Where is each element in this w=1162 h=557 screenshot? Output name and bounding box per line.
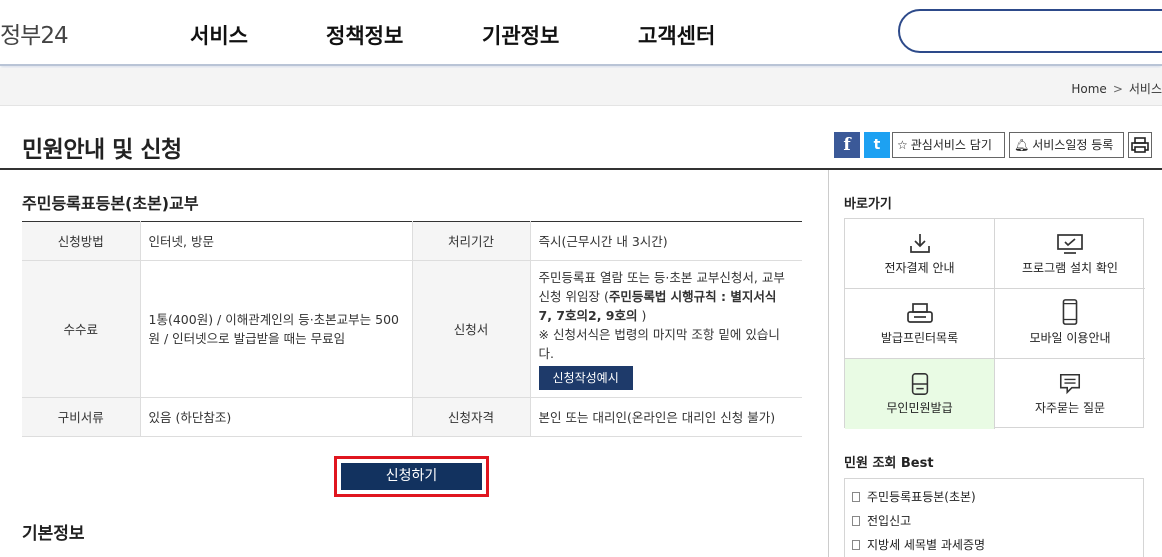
list-item[interactable]: 전입신고 (852, 512, 911, 529)
shortcut-faq[interactable]: 자주묻는 질문 (995, 359, 1145, 429)
list-item[interactable]: 주민등록표등본(초본) (852, 488, 976, 505)
shortcut-label: 프로그램 설치 확인 (1022, 261, 1118, 275)
printer-icon (1131, 137, 1149, 153)
apply-button[interactable]: 신청하기 (341, 463, 482, 490)
print-button[interactable] (1128, 132, 1152, 158)
breadcrumb-separator: > (1112, 82, 1123, 96)
facebook-share-button[interactable]: f (834, 132, 860, 158)
monitor-icon (1057, 234, 1083, 254)
best-list: 주민등록표등본(초본) 전입신고 지방세 세목별 과세증명 (844, 478, 1144, 557)
best-title: 민원 조회 Best (844, 456, 934, 471)
shortcut-e-payment[interactable]: 전자결제 안내 (845, 219, 995, 289)
breadcrumb-home[interactable]: Home (1071, 82, 1106, 96)
service-title: 주민등록표등본(초본)교부 (22, 194, 199, 213)
star-icon: ☆ (897, 138, 908, 152)
form-description-end: ) (641, 308, 647, 323)
document-icon (852, 540, 860, 550)
shortcut-label: 발급프린터목록 (880, 331, 959, 345)
nav-services[interactable]: 서비스 (190, 20, 248, 50)
form-example-button[interactable]: 신청작성예시 (538, 366, 633, 390)
shortcut-label: 모바일 이용안내 (1029, 331, 1111, 345)
add-favorite-button[interactable]: ☆ 관심서비스 담기 (892, 132, 1005, 158)
title-divider (0, 168, 1162, 170)
table-header: 신청방법 (22, 221, 140, 261)
twitter-share-button[interactable]: t (864, 132, 890, 158)
basic-info-title: 기본정보 (22, 524, 85, 544)
page-title: 민원안내 및 신청 (22, 137, 182, 163)
kiosk-icon (911, 373, 928, 395)
download-icon (909, 234, 930, 253)
table-header: 신청서 (411, 260, 530, 398)
apply-button-highlight: 신청하기 (334, 456, 489, 497)
shortcuts-title: 바로가기 (844, 197, 892, 212)
nav-agency-info[interactable]: 기관정보 (482, 20, 559, 50)
shortcut-program-check[interactable]: 프로그램 설치 확인 (995, 219, 1145, 289)
list-item[interactable]: 지방세 세목별 과세증명 (852, 536, 985, 553)
table-cell: 1통(400원) / 이해관계인의 등·초본교부는 500원 / 인터넷으로 발… (139, 260, 412, 398)
shortcut-label: 자주묻는 질문 (1034, 401, 1106, 415)
table-row: 구비서류 있음 (하단참조) 신청자격 본인 또는 대리인(온라인은 대리인 신… (22, 397, 802, 437)
shortcut-label: 무인민원발급 (886, 401, 953, 415)
document-icon (852, 516, 860, 526)
service-info-table: 신청방법 인터넷, 방문 처리기간 즉시(근무시간 내 3시간) 수수료 1통(… (22, 221, 802, 437)
nav-policy-info[interactable]: 정책정보 (326, 20, 403, 50)
bell-icon: 🔔︎ (1014, 138, 1030, 152)
table-row: 신청방법 인터넷, 방문 처리기간 즉시(근무시간 내 3시간) (22, 221, 802, 261)
add-schedule-button[interactable]: 🔔︎ 서비스일정 등록 (1009, 132, 1124, 158)
table-row: 수수료 1통(400원) / 이해관계인의 등·초본교부는 500원 / 인터넷… (22, 260, 802, 398)
table-cell: 즉시(근무시간 내 3시간) (529, 221, 802, 261)
table-cell: 있음 (하단참조) (139, 397, 412, 437)
site-logo[interactable]: 정부24 (0, 16, 69, 50)
printer-icon (906, 303, 933, 323)
search-input[interactable] (898, 9, 1162, 53)
list-item-label: 지방세 세목별 과세증명 (867, 538, 986, 552)
shortcut-kiosk[interactable]: 무인민원발급 (845, 359, 995, 429)
application-form-cell: 주민등록표 열람 또는 등·초본 교부신청서, 교부신청 위임장 (주민등록법 … (529, 260, 802, 398)
shortcut-label: 전자결제 안내 (884, 261, 955, 275)
shortcut-grid: 전자결제 안내 프로그램 설치 확인 발급프린터목록 모바일 이용안내 무인민원… (844, 218, 1145, 429)
nav-customer-center[interactable]: 고객센터 (638, 20, 715, 50)
breadcrumb: Home > 서비스 (1071, 80, 1162, 97)
global-header: 정부24 서비스 정책정보 기관정보 고객센터 (0, 0, 1162, 66)
table-cell: 본인 또는 대리인(온라인은 대리인 신청 불가) (529, 397, 802, 437)
list-item-label: 전입신고 (867, 514, 912, 528)
document-icon (852, 492, 860, 502)
shortcut-printer-list[interactable]: 발급프린터목록 (845, 289, 995, 359)
chat-icon (1059, 373, 1081, 395)
table-header: 처리기간 (411, 221, 530, 261)
sidebar-divider (828, 170, 829, 557)
breadcrumb-current[interactable]: 서비스 (1129, 82, 1162, 96)
breadcrumb-bar: Home > 서비스 (0, 68, 1162, 106)
list-item-label: 주민등록표등본(초본) (867, 490, 976, 504)
shortcut-mobile-guide[interactable]: 모바일 이용안내 (995, 289, 1145, 359)
table-cell: 인터넷, 방문 (139, 221, 412, 261)
table-header: 신청자격 (411, 397, 530, 437)
table-header: 수수료 (22, 260, 140, 398)
form-note: ※ 신청서식은 법령의 마지막 조항 밑에 있습니다. (538, 327, 780, 361)
mobile-icon (1062, 299, 1078, 325)
table-header: 구비서류 (22, 397, 140, 437)
